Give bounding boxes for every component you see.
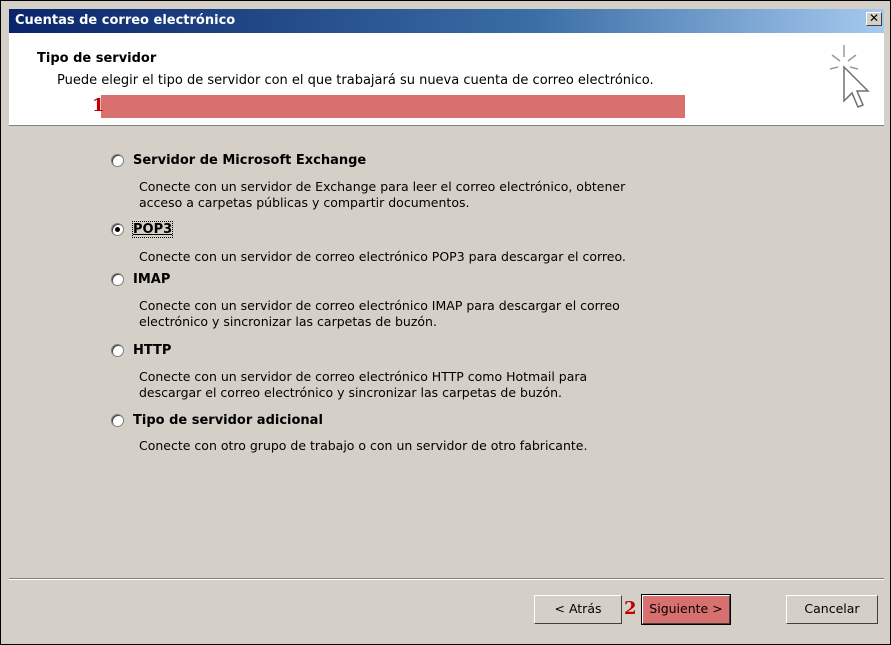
option-additional-desc: Conecte con otro grupo de trabajo o con … [139,438,739,454]
radio-exchange[interactable] [111,154,124,167]
radio-selected-dot [115,227,120,232]
step-marker-1: 1 [92,95,105,116]
pop3-highlight [101,95,685,118]
radio-http[interactable] [111,344,124,357]
option-exchange-desc-line1: Conecte con un servidor de Exchange para… [139,179,626,194]
option-exchange-desc: Conecte con un servidor de Exchange para… [139,179,739,211]
back-button[interactable]: < Atrás [534,595,622,624]
option-http[interactable]: HTTP [111,341,431,361]
option-http-desc: Conecte con un servidor de correo electr… [139,369,739,401]
footer-divider [9,578,884,580]
option-imap-desc-line1: Conecte con un servidor de correo electr… [139,298,620,313]
option-imap-label: IMAP [133,272,171,287]
radio-pop3[interactable] [111,223,124,236]
option-additional-desc-line1: Conecte con otro grupo de trabajo o con … [139,438,588,453]
option-additional[interactable]: Tipo de servidor adicional [111,411,431,431]
option-imap-desc-line2: electrónico y sincronizar las carpetas d… [139,314,437,329]
option-pop3-desc-line1: Conecte con un servidor de correo electr… [139,249,626,264]
option-http-label: HTTP [133,343,172,358]
option-http-desc-line1: Conecte con un servidor de correo electr… [139,369,588,384]
option-imap[interactable]: IMAP [111,270,431,290]
option-pop3-desc: Conecte con un servidor de correo electr… [139,249,739,265]
page-description: Puede elegir el tipo de servidor con el … [57,73,654,88]
option-pop3[interactable]: POP3 [111,220,431,240]
option-exchange-desc-line2: acceso a carpetas públicas y compartir d… [139,195,470,210]
cancel-button[interactable]: Cancelar [786,595,878,624]
window-title: Cuentas de correo electrónico [15,13,236,28]
close-button[interactable]: ✕ [866,12,882,26]
option-http-desc-line2: descargar el correo electrónico y sincro… [139,385,562,400]
next-button[interactable]: Siguiente > [641,594,731,625]
title-bar[interactable]: Cuentas de correo electrónico ✕ [9,9,884,33]
option-exchange[interactable]: Servidor de Microsoft Exchange [111,151,431,171]
page-title: Tipo de servidor [37,51,157,66]
dialog-window: Cuentas de correo electrónico ✕ Tipo de … [0,0,891,645]
close-icon: ✕ [868,11,880,25]
radio-imap[interactable] [111,273,124,286]
step-marker-2: 2 [624,598,637,619]
wizard-cursor-icon [829,45,870,108]
option-additional-label: Tipo de servidor adicional [133,413,323,428]
option-imap-desc: Conecte con un servidor de correo electr… [139,298,739,330]
option-pop3-label: POP3 [131,221,174,238]
option-exchange-label: Servidor de Microsoft Exchange [133,153,367,168]
radio-additional[interactable] [111,414,124,427]
